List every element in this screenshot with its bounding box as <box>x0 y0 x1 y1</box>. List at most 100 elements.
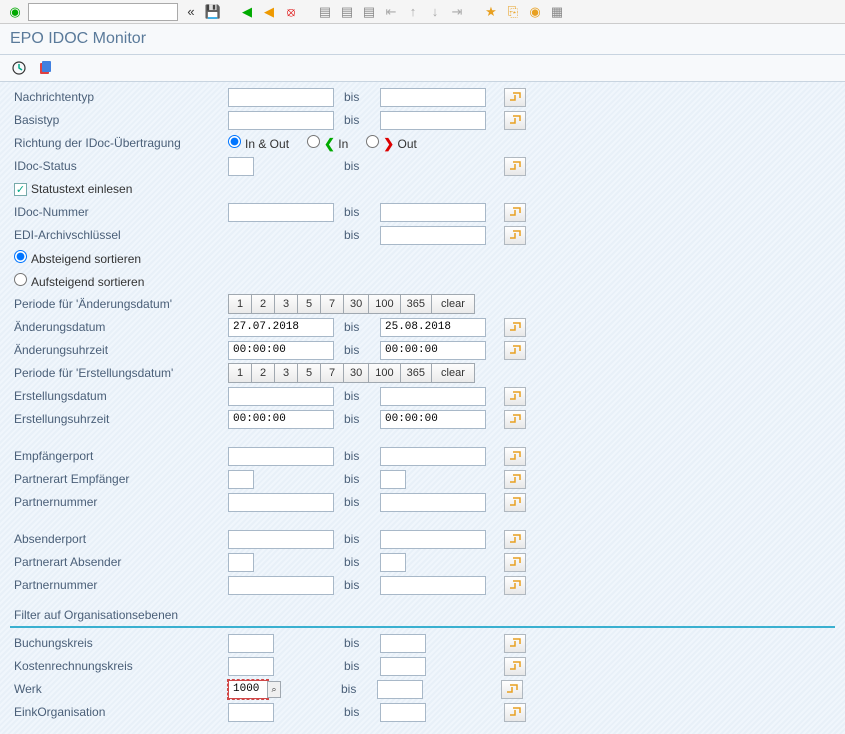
period2-btn-100[interactable]: 100 <box>368 363 400 383</box>
aenderungsuhrzeit-multi[interactable] <box>504 341 526 360</box>
partnerart-abs-from[interactable] <box>228 553 254 572</box>
partnernummer1-to[interactable] <box>380 493 486 512</box>
command-field[interactable] <box>28 3 178 21</box>
erstellungsuhrzeit-to[interactable] <box>380 410 486 429</box>
aenderungsdatum-to[interactable] <box>380 318 486 337</box>
partnernummer1-from[interactable] <box>228 493 334 512</box>
prevpage-icon[interactable]: ↑ <box>404 3 422 21</box>
werk-multi[interactable] <box>501 680 523 699</box>
idoc-nummer-multi[interactable] <box>504 203 526 222</box>
kostenrechnungskreis-to[interactable] <box>380 657 426 676</box>
partnernummer2-from[interactable] <box>228 576 334 595</box>
radio-out[interactable]: ❯ Out <box>366 135 417 152</box>
partnerart-empf-from[interactable] <box>228 470 254 489</box>
werk-from[interactable] <box>228 680 268 699</box>
radio-inout[interactable]: In & Out <box>228 135 289 151</box>
edi-archiv-multi[interactable] <box>504 226 526 245</box>
period2-btn-1[interactable]: 1 <box>228 363 252 383</box>
save-icon[interactable]: 💾 <box>204 3 222 21</box>
buchungskreis-from[interactable] <box>228 634 274 653</box>
partnernummer1-multi[interactable] <box>504 493 526 512</box>
buchungskreis-multi[interactable] <box>504 634 526 653</box>
erstellungsdatum-from[interactable] <box>228 387 334 406</box>
layout-icon[interactable]: ▦ <box>548 3 566 21</box>
partnerart-abs-to[interactable] <box>380 553 406 572</box>
erstellungsuhrzeit-multi[interactable] <box>504 410 526 429</box>
period-btn-3[interactable]: 3 <box>274 294 298 314</box>
partnerart-empf-to[interactable] <box>380 470 406 489</box>
nachrichtentyp-multi[interactable] <box>504 88 526 107</box>
partnernummer2-to[interactable] <box>380 576 486 595</box>
kostenrechnungskreis-multi[interactable] <box>504 657 526 676</box>
empfaengerport-to[interactable] <box>380 447 486 466</box>
radio-aufsteigend[interactable]: Aufsteigend sortieren <box>10 273 144 289</box>
empfaengerport-from[interactable] <box>228 447 334 466</box>
partnerart-abs-multi[interactable] <box>504 553 526 572</box>
period-btn-100[interactable]: 100 <box>368 294 400 314</box>
period2-btn-clear[interactable]: clear <box>431 363 475 383</box>
period2-btn-2[interactable]: 2 <box>251 363 275 383</box>
help-icon[interactable]: ◉ <box>526 3 544 21</box>
execute-icon[interactable] <box>10 59 28 77</box>
period-btn-7[interactable]: 7 <box>320 294 344 314</box>
nachrichtentyp-to[interactable] <box>380 88 486 107</box>
period-btn-30[interactable]: 30 <box>343 294 369 314</box>
erstellungsuhrzeit-from[interactable] <box>228 410 334 429</box>
idoc-status-from[interactable] <box>228 157 254 176</box>
absenderport-to[interactable] <box>380 530 486 549</box>
back2-icon[interactable]: ◀ <box>238 3 256 21</box>
variant-icon[interactable] <box>36 59 54 77</box>
nextpage-icon[interactable]: ↓ <box>426 3 444 21</box>
einkorganisation-multi[interactable] <box>504 703 526 722</box>
period2-btn-5[interactable]: 5 <box>297 363 321 383</box>
buchungskreis-to[interactable] <box>380 634 426 653</box>
basistyp-from[interactable] <box>228 111 334 130</box>
idoc-nummer-from[interactable] <box>228 203 334 222</box>
session-icon[interactable]: ⎘ <box>504 3 522 21</box>
idoc-status-multi[interactable] <box>504 157 526 176</box>
find-icon[interactable]: ▤ <box>338 3 356 21</box>
aenderungsuhrzeit-from[interactable] <box>228 341 334 360</box>
period2-btn-3[interactable]: 3 <box>274 363 298 383</box>
period2-btn-365[interactable]: 365 <box>400 363 432 383</box>
edi-archiv-to[interactable] <box>380 226 486 245</box>
radio-absteigend[interactable]: Absteigend sortieren <box>10 250 141 266</box>
cancel-icon[interactable]: ⦻ <box>282 3 300 21</box>
period-btn-clear[interactable]: clear <box>431 294 475 314</box>
period-btn-1[interactable]: 1 <box>228 294 252 314</box>
partnernummer2-multi[interactable] <box>504 576 526 595</box>
kostenrechnungskreis-from[interactable] <box>228 657 274 676</box>
empfaengerport-multi[interactable] <box>504 447 526 466</box>
aenderungsdatum-from[interactable] <box>228 318 334 337</box>
partnerart-empf-multi[interactable] <box>504 470 526 489</box>
aenderungsdatum-multi[interactable] <box>504 318 526 337</box>
period-btn-5[interactable]: 5 <box>297 294 321 314</box>
back-icon[interactable]: « <box>182 3 200 21</box>
lastpage-icon[interactable]: ⇥ <box>448 3 466 21</box>
firstpage-icon[interactable]: ⇤ <box>382 3 400 21</box>
werk-to[interactable] <box>377 680 423 699</box>
basistyp-to[interactable] <box>380 111 486 130</box>
radio-in[interactable]: ❮ In <box>307 135 348 152</box>
favorite-icon[interactable]: ★ <box>482 3 500 21</box>
period-btn-365[interactable]: 365 <box>400 294 432 314</box>
period-btn-2[interactable]: 2 <box>251 294 275 314</box>
exit-icon[interactable]: ◀ <box>260 3 278 21</box>
nachrichtentyp-from[interactable] <box>228 88 334 107</box>
idoc-nummer-to[interactable] <box>380 203 486 222</box>
absenderport-multi[interactable] <box>504 530 526 549</box>
print-icon[interactable]: ▤ <box>316 3 334 21</box>
erstellungsdatum-to[interactable] <box>380 387 486 406</box>
einkorganisation-to[interactable] <box>380 703 426 722</box>
erstellungsdatum-multi[interactable] <box>504 387 526 406</box>
einkorganisation-from[interactable] <box>228 703 274 722</box>
period2-btn-7[interactable]: 7 <box>320 363 344 383</box>
basistyp-multi[interactable] <box>504 111 526 130</box>
werk-f4-icon[interactable]: ⌕ <box>267 681 281 698</box>
period2-btn-30[interactable]: 30 <box>343 363 369 383</box>
aenderungsuhrzeit-to[interactable] <box>380 341 486 360</box>
findnext-icon[interactable]: ▤ <box>360 3 378 21</box>
checkbox-statustext[interactable]: ✓ Statustext einlesen <box>10 182 132 196</box>
absenderport-from[interactable] <box>228 530 334 549</box>
accept-icon[interactable]: ◉ <box>6 3 24 21</box>
